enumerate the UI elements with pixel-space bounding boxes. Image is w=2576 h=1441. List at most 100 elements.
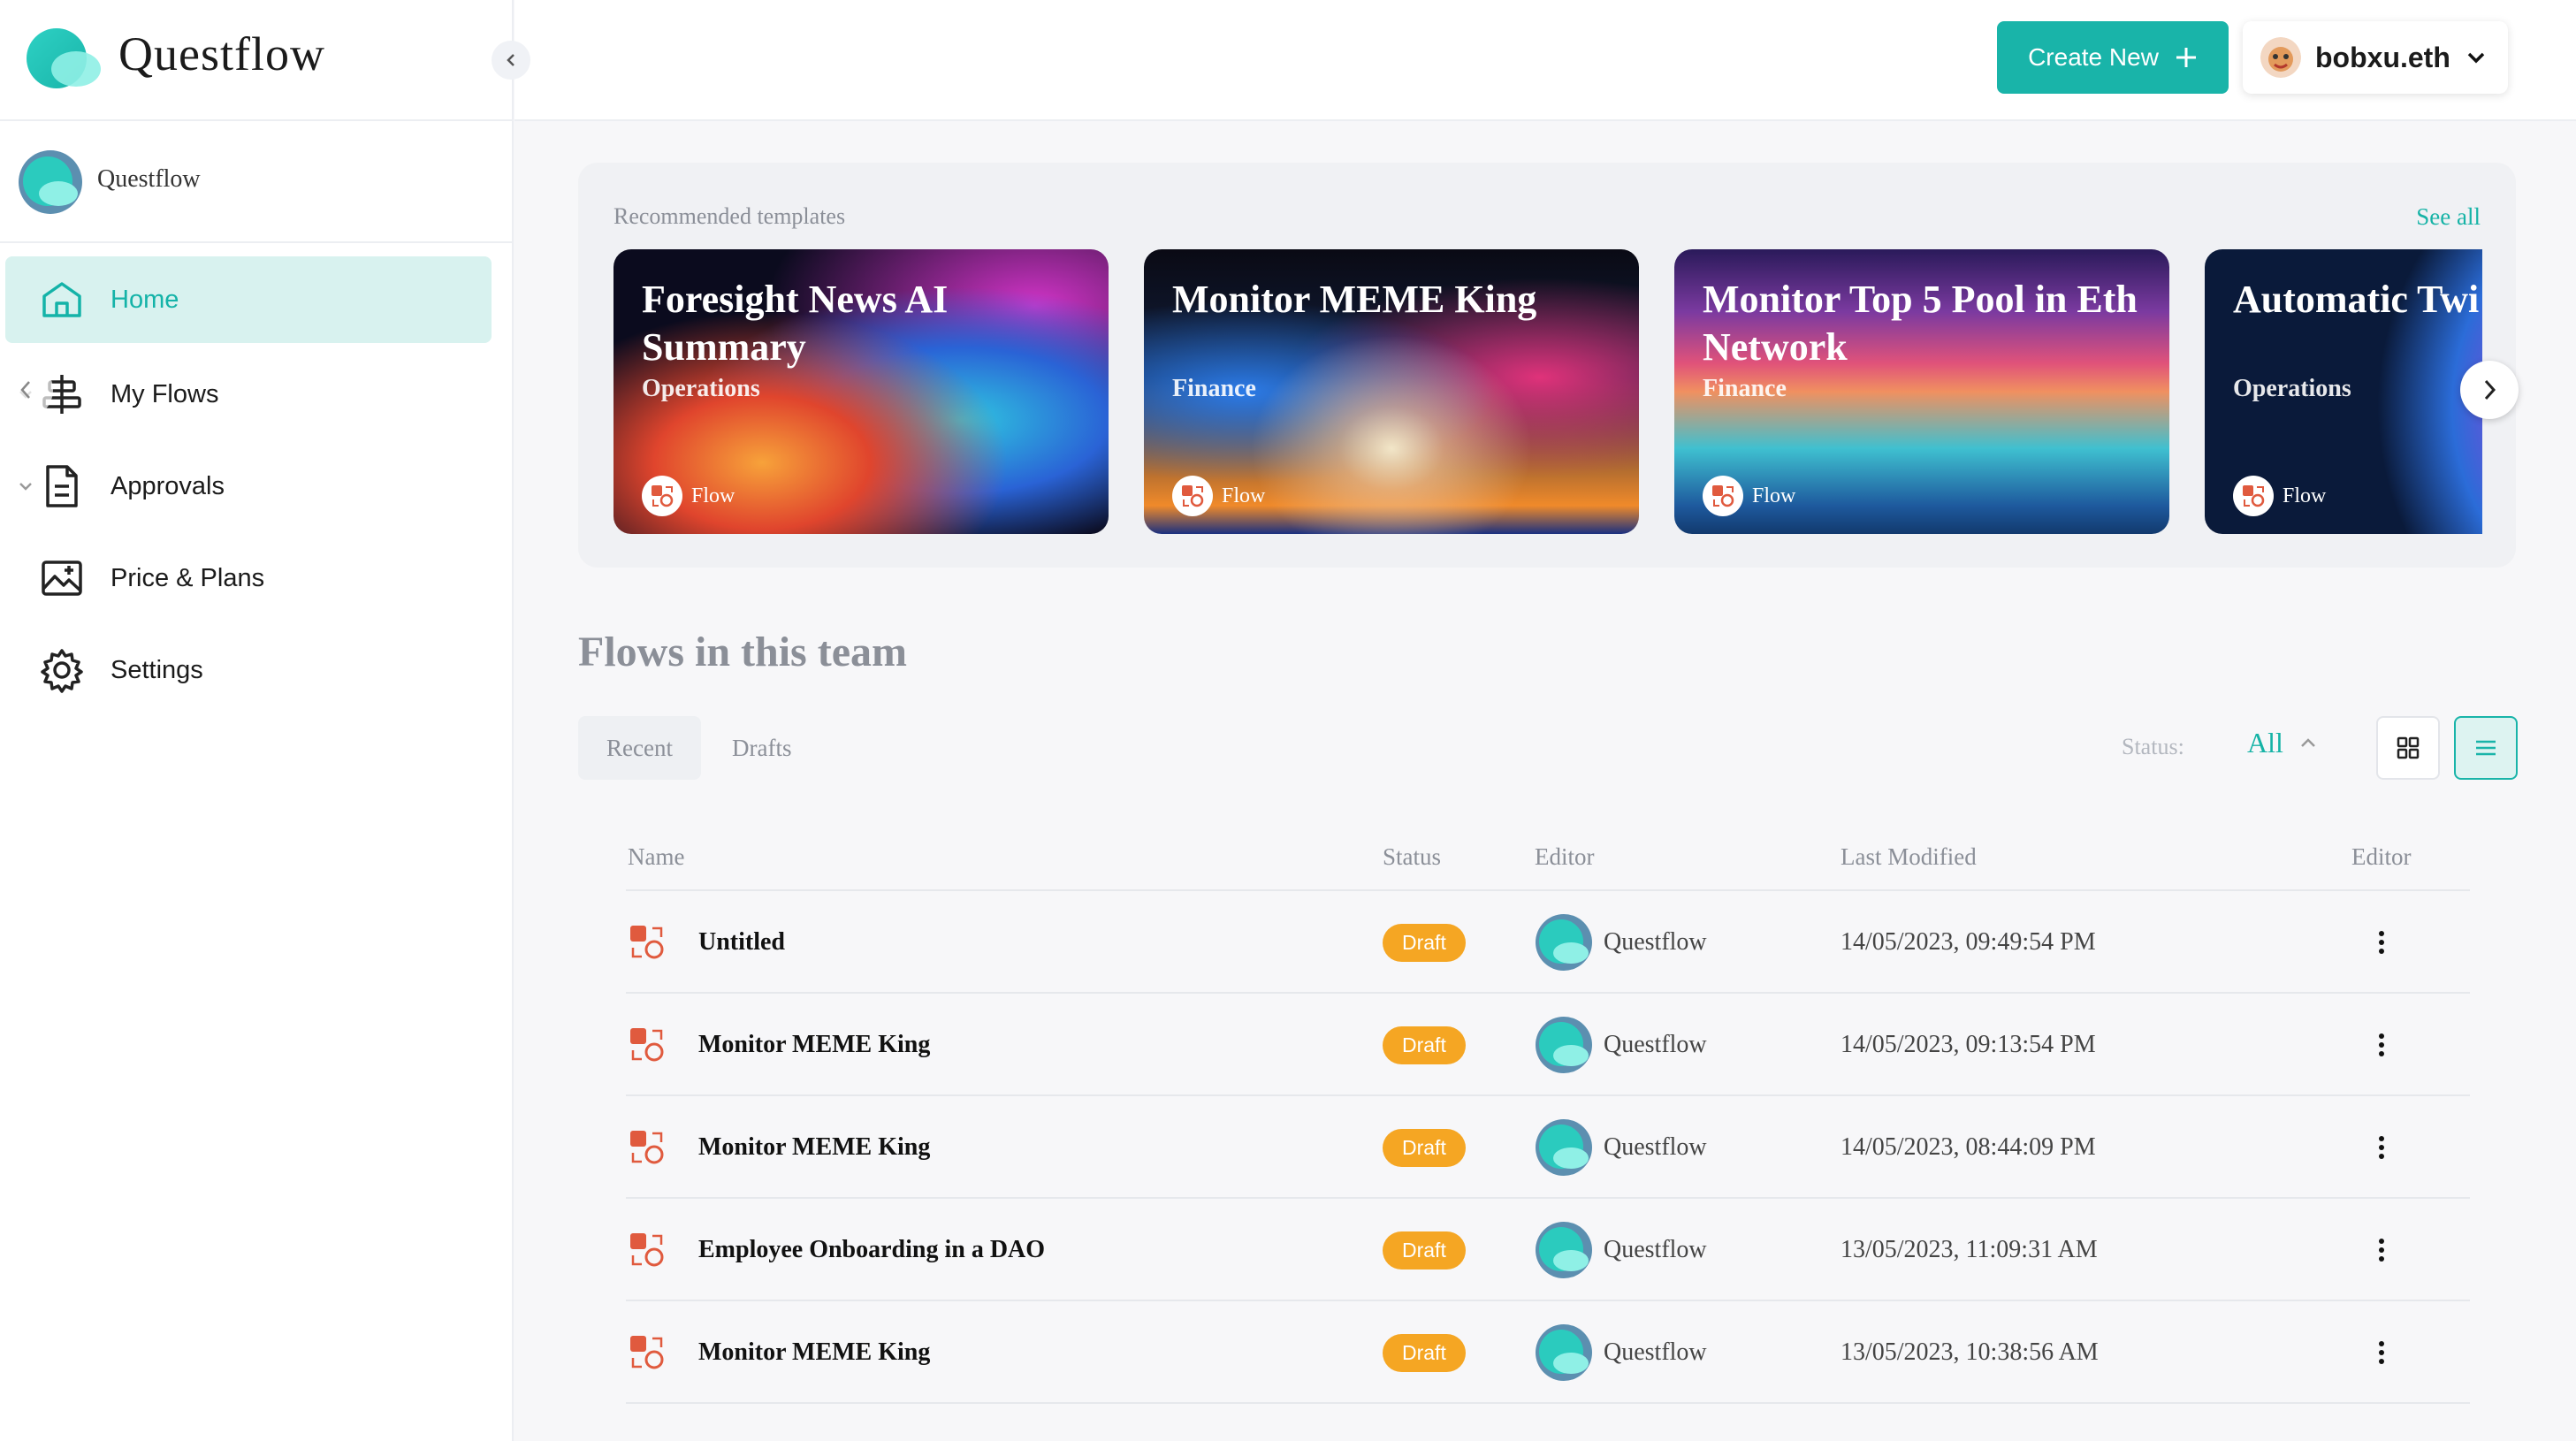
- flow-icon: [642, 476, 682, 516]
- sidebar-item-label: Price & Plans: [111, 563, 265, 592]
- tab-recent[interactable]: Recent: [578, 716, 701, 780]
- sidebar-item-price-plans[interactable]: Price & Plans: [0, 532, 514, 624]
- more-options-button[interactable]: [2364, 1130, 2399, 1165]
- template-card[interactable]: Monitor Top 5 Pool in Eth Network Financ…: [1674, 249, 2169, 534]
- template-card-title: Automatic Twi: [2233, 278, 2480, 321]
- sidebar-item-label: My Flows: [111, 379, 219, 408]
- template-card-footer: Flow: [2233, 476, 2326, 516]
- column-header-name[interactable]: Name: [628, 843, 684, 871]
- template-card-category: Finance: [1703, 375, 1787, 402]
- flow-name[interactable]: Untitled: [698, 891, 785, 994]
- avatar: [1536, 1017, 1592, 1073]
- status-badge: Draft: [1383, 1333, 1466, 1372]
- questflow-logo-icon[interactable]: [25, 27, 101, 90]
- chevron-up-icon: [2301, 737, 2315, 747]
- status-badge: Draft: [1383, 923, 1466, 962]
- chevron-down-icon: [2467, 52, 2485, 64]
- status-badge: Draft: [1383, 1025, 1466, 1064]
- avatar: [1536, 1324, 1592, 1381]
- team-name: Questflow: [97, 165, 201, 193]
- editor-name: Questflow: [1604, 1031, 1707, 1058]
- editor-name: Questflow: [1604, 928, 1707, 956]
- last-modified: 13/05/2023, 11:09:31 AM: [1841, 1236, 2098, 1263]
- flow-name[interactable]: Monitor MEME King: [698, 1096, 930, 1199]
- more-vertical-icon: [2379, 931, 2384, 954]
- more-options-button[interactable]: [2364, 1335, 2399, 1370]
- see-all-link[interactable]: See all: [2416, 203, 2481, 231]
- tab-drafts[interactable]: Drafts: [704, 716, 819, 780]
- recommended-templates-panel: Recommended templates See all Foresight …: [578, 163, 2516, 568]
- column-header-last-modified[interactable]: Last Modified: [1841, 843, 1977, 871]
- column-header-status[interactable]: Status: [1383, 843, 1441, 871]
- table-row[interactable]: Employee Onboarding in a DAO Draft Quest…: [626, 1199, 2470, 1301]
- table-row[interactable]: Monitor MEME King Draft Questflow 14/05/…: [626, 1096, 2470, 1199]
- chevron-left-icon: [507, 54, 514, 66]
- grid-view-button[interactable]: [2376, 716, 2440, 780]
- template-card-title: Foresight News AI Summary: [642, 278, 949, 369]
- flow-name[interactable]: Monitor MEME King: [698, 1301, 930, 1404]
- image-icon: [42, 560, 82, 596]
- templates-title: Recommended templates: [614, 203, 846, 229]
- more-options-button[interactable]: [2364, 1232, 2399, 1268]
- brand-name: Questflow: [118, 27, 325, 80]
- sidebar-item-home[interactable]: Home: [5, 256, 492, 343]
- more-options-button[interactable]: [2364, 1027, 2399, 1063]
- brand-header: Questflow: [0, 0, 514, 121]
- sidebar: Questflow Questflow Home My Flows Approv…: [0, 0, 514, 1441]
- template-card-title: Monitor MEME King: [1172, 278, 1537, 321]
- sidebar-item-approvals[interactable]: Approvals: [0, 440, 514, 532]
- sidebar-item-label: Settings: [111, 655, 203, 684]
- more-vertical-icon: [2379, 1239, 2384, 1262]
- flow-name[interactable]: Employee Onboarding in a DAO: [698, 1199, 1045, 1301]
- table-header: Name Status Editor Last Modified Editor: [626, 831, 2470, 891]
- table-row[interactable]: Untitled Draft Questflow 14/05/2023, 09:…: [626, 891, 2470, 994]
- template-card[interactable]: Foresight News AI Summary Operations Flo…: [614, 249, 1109, 534]
- more-options-button[interactable]: [2364, 925, 2399, 960]
- sidebar-item-my-flows[interactable]: My Flows: [0, 348, 514, 440]
- user-menu-button[interactable]: bobxu.eth: [2243, 21, 2508, 94]
- gear-icon: [41, 649, 83, 693]
- sidebar-item-settings[interactable]: Settings: [0, 624, 514, 716]
- collapse-sidebar-button[interactable]: [492, 41, 530, 80]
- chevron-right-icon: [2484, 379, 2496, 400]
- flow-icon: [1172, 476, 1213, 516]
- template-card-footer: Flow: [642, 476, 735, 516]
- flow-icon: [630, 1131, 664, 1164]
- list-view-button[interactable]: [2454, 716, 2518, 780]
- column-header-editor[interactable]: Editor: [1535, 843, 1595, 871]
- status-filter-select[interactable]: All: [2247, 727, 2319, 759]
- template-card-footer: Flow: [1172, 476, 1265, 516]
- status-filter-label: Status:: [2122, 734, 2184, 759]
- chevron-down-icon[interactable]: [16, 477, 35, 496]
- team-avatar: [19, 150, 82, 214]
- create-new-button[interactable]: Create New: [1997, 21, 2229, 94]
- template-card-type: Flow: [691, 484, 735, 507]
- document-icon: [46, 465, 78, 507]
- flows-section-title: Flows in this team: [578, 629, 907, 675]
- sidebar-item-label: Home: [111, 285, 179, 314]
- flow-icon: [1703, 476, 1743, 516]
- last-modified: 14/05/2023, 08:44:09 PM: [1841, 1133, 2096, 1161]
- home-icon: [42, 282, 81, 317]
- flow-icon: [630, 1028, 664, 1062]
- flow-name[interactable]: Monitor MEME King: [698, 994, 930, 1096]
- list-icon: [2476, 740, 2496, 756]
- avatar: [2260, 37, 2301, 78]
- carousel-next-button[interactable]: [2460, 361, 2519, 419]
- template-card-type: Flow: [1222, 484, 1266, 507]
- template-card-title: Monitor Top 5 Pool in Eth Network: [1703, 278, 2138, 369]
- template-card[interactable]: Automatic Twi Operations Flow: [2205, 249, 2482, 534]
- sidebar-nav: Home My Flows Approvals Price & Plans Se…: [0, 256, 514, 716]
- flow-icon: [630, 926, 664, 959]
- team-switcher[interactable]: Questflow: [0, 123, 514, 243]
- flow-icon: [2233, 476, 2274, 516]
- avatar: [1536, 1119, 1592, 1176]
- flow-icon: [630, 1336, 664, 1369]
- template-card[interactable]: Monitor MEME King Finance Flow: [1144, 249, 1639, 534]
- create-new-label: Create New: [2028, 43, 2159, 71]
- table-row[interactable]: Monitor MEME King Draft Questflow 14/05/…: [626, 994, 2470, 1096]
- flow-icon: [630, 1233, 664, 1267]
- template-carousel: Foresight News AI Summary Operations Flo…: [614, 249, 2482, 534]
- table-row[interactable]: Monitor MEME King Draft Questflow 13/05/…: [626, 1301, 2470, 1404]
- template-card-category: Operations: [2233, 375, 2351, 402]
